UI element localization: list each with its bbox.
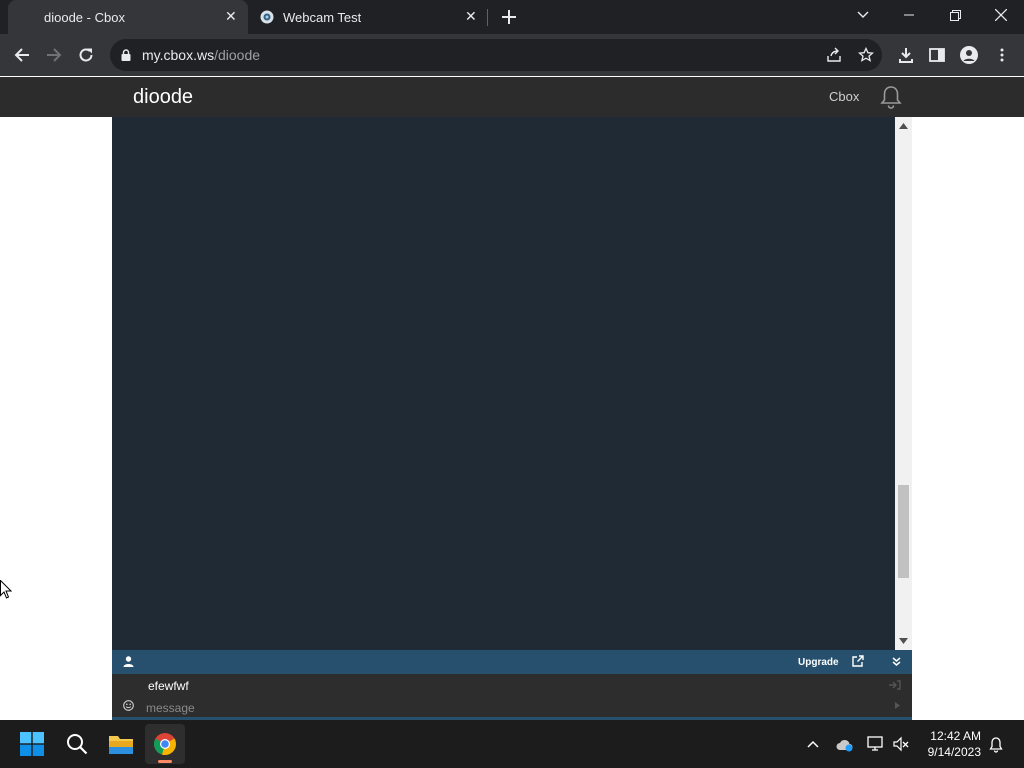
more-vertical-icon <box>1000 48 1004 62</box>
url-text: my.cbox.ws/dioode <box>142 47 260 63</box>
chrome-icon <box>154 733 176 756</box>
download-icon <box>899 48 913 63</box>
restore-icon <box>949 9 961 21</box>
mouse-cursor-icon <box>0 580 12 599</box>
volume-muted-icon[interactable] <box>893 736 909 752</box>
url-domain: my.cbox.ws <box>142 47 215 63</box>
bell-icon[interactable] <box>880 85 902 109</box>
double-chevron-down-icon[interactable] <box>892 657 901 666</box>
address-bar[interactable]: my.cbox.ws/dioode <box>110 39 882 71</box>
smiley-icon[interactable] <box>123 700 134 711</box>
tab-search-button[interactable] <box>840 0 886 30</box>
notification-bell-icon[interactable] <box>989 737 1003 753</box>
tab-dioode-cbox[interactable]: dioode - Cbox ✕ <box>8 0 248 34</box>
show-hidden-icons-icon[interactable] <box>807 740 819 748</box>
side-panel-icon <box>929 48 945 62</box>
windows-logo-icon <box>20 732 44 756</box>
search-button[interactable] <box>57 724 97 764</box>
site-title: dioode <box>133 86 194 108</box>
send-arrow-icon[interactable] <box>895 702 900 709</box>
downloads-button[interactable] <box>891 40 921 70</box>
chrome-taskbar-button[interactable] <box>145 724 185 764</box>
browser-tab-strip: dioode - Cbox ✕ Webcam Test ✕ <box>0 0 1024 34</box>
scroll-up-arrow-icon[interactable] <box>899 123 908 129</box>
tab-webcam-test[interactable]: Webcam Test ✕ <box>250 0 486 34</box>
forward-button[interactable] <box>39 40 69 70</box>
scrollbar-thumb[interactable] <box>898 485 909 578</box>
close-window-button[interactable] <box>978 0 1024 30</box>
reload-button[interactable] <box>71 40 101 70</box>
new-tab-button[interactable] <box>496 4 522 30</box>
clock-date[interactable]: 9/14/2023 <box>911 745 981 759</box>
clock-time[interactable]: 12:42 AM <box>911 729 981 743</box>
tab-title: Webcam Test <box>283 9 362 25</box>
message-input[interactable] <box>146 700 886 716</box>
chevron-down-icon <box>857 11 869 18</box>
arrow-left-icon <box>14 48 29 62</box>
profile-button[interactable] <box>954 40 984 70</box>
start-button[interactable] <box>12 724 52 764</box>
plus-icon <box>502 10 516 24</box>
taskbar: 12:42 AM 9/14/2023 <box>0 720 1024 768</box>
close-icon <box>995 9 1007 21</box>
user-icon[interactable] <box>123 656 134 667</box>
tab-close-icon[interactable]: ✕ <box>465 8 477 25</box>
search-icon <box>67 734 88 755</box>
chat-toolbar: Upgrade <box>112 650 912 674</box>
share-icon[interactable] <box>826 47 842 63</box>
minimize-icon <box>904 14 914 16</box>
login-icon[interactable] <box>889 680 901 690</box>
scroll-down-arrow-icon[interactable] <box>899 638 908 644</box>
tab-title: dioode - Cbox <box>44 9 125 25</box>
username[interactable]: efewfwf <box>148 679 189 693</box>
chat-scrollbar[interactable] <box>895 117 912 650</box>
active-app-indicator <box>158 760 172 763</box>
site-header: dioode Cbox <box>0 77 1024 117</box>
network-icon[interactable] <box>867 736 885 752</box>
tab-separator <box>487 9 488 26</box>
onedrive-icon[interactable] <box>836 738 854 752</box>
folder-icon <box>109 736 133 754</box>
external-link-icon[interactable] <box>852 655 864 667</box>
browser-menu-button[interactable] <box>987 40 1017 70</box>
reload-icon <box>79 48 93 62</box>
lock-icon <box>121 49 131 61</box>
bookmark-star-icon[interactable] <box>858 47 874 63</box>
chat-messages-area[interactable] <box>112 117 895 650</box>
profile-icon <box>960 46 978 64</box>
tab-close-icon[interactable]: ✕ <box>225 8 237 25</box>
restore-button[interactable] <box>932 0 978 30</box>
chat-input-panel: efewfwf <box>112 674 912 720</box>
arrow-right-icon <box>47 48 62 62</box>
minimize-button[interactable] <box>886 0 932 30</box>
file-explorer-button[interactable] <box>101 724 141 764</box>
side-panel-button[interactable] <box>922 40 952 70</box>
back-button[interactable] <box>7 40 37 70</box>
url-path: /dioode <box>214 47 261 63</box>
webcam-test-favicon-icon <box>260 10 274 24</box>
upgrade-link[interactable]: Upgrade <box>798 657 839 668</box>
browser-toolbar: my.cbox.ws/dioode <box>0 34 1024 76</box>
cbox-link[interactable]: Cbox <box>829 89 859 104</box>
